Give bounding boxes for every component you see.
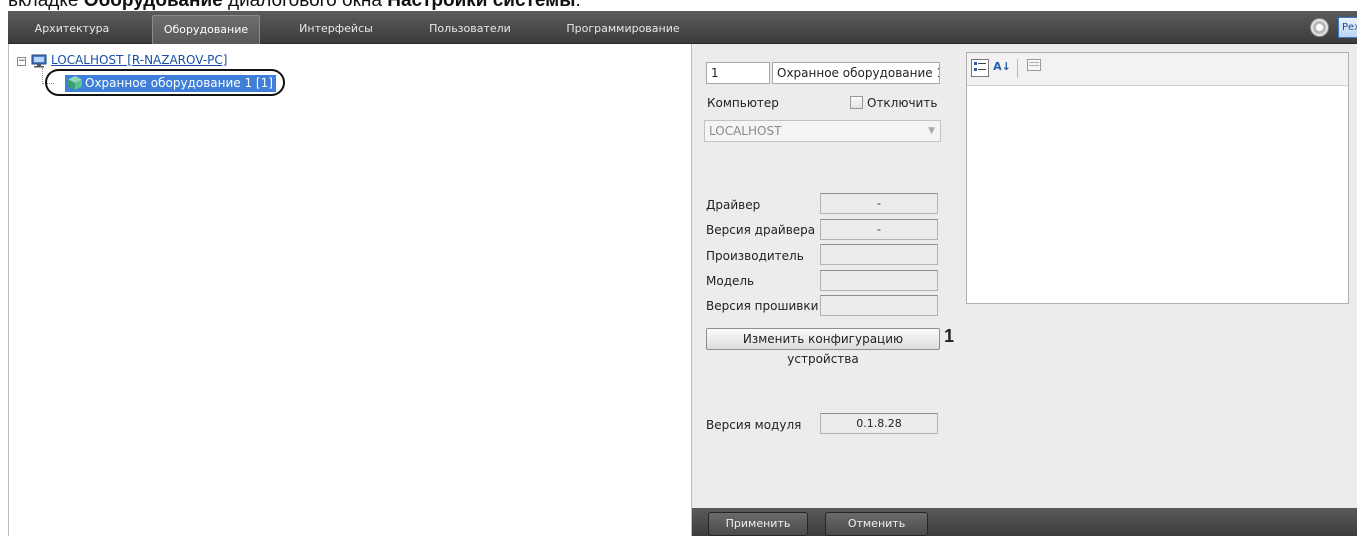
computer-icon bbox=[31, 54, 47, 68]
firmware-label: Версия прошивки bbox=[706, 299, 819, 313]
caption-suffix: . bbox=[575, 0, 581, 11]
gear-icon[interactable] bbox=[1310, 18, 1329, 37]
object-tree-panel: − LOCALHOST [R-NAZAROV-PC] Охранное обор… bbox=[8, 44, 692, 536]
main-tab-bar: Архитектура Оборудование Интерфейсы Поль… bbox=[8, 11, 1357, 44]
module-version-value: 0.1.8.28 bbox=[820, 413, 938, 434]
tab-equipment[interactable]: Оборудование bbox=[152, 15, 260, 44]
disable-label: Отключить bbox=[867, 96, 938, 110]
driver-label: Драйвер bbox=[706, 198, 761, 212]
tab-interfaces[interactable]: Интерфейсы bbox=[286, 15, 386, 44]
device-name-field[interactable]: Охранное оборудование 1 bbox=[772, 62, 940, 84]
chevron-down-icon: ▼ bbox=[928, 126, 935, 136]
model-value bbox=[820, 270, 938, 291]
caption-bold-tab: Оборудование bbox=[83, 0, 223, 11]
apply-button[interactable]: Применить bbox=[708, 512, 808, 536]
tree-root-localhost[interactable]: LOCALHOST [R-NAZAROV-PC] bbox=[51, 53, 227, 67]
property-grid: A↓ bbox=[966, 52, 1349, 304]
tab-programming[interactable]: Программирование bbox=[548, 15, 698, 44]
computer-select[interactable]: LOCALHOST ▼ bbox=[704, 120, 941, 142]
toolbar-separator bbox=[1017, 59, 1018, 78]
tab-users[interactable]: Пользователи bbox=[416, 15, 524, 44]
model-label: Модель bbox=[706, 274, 755, 288]
module-version-label: Версия модуля bbox=[706, 418, 802, 432]
driver-version-label: Версия драйвера bbox=[706, 223, 816, 237]
caption-text-middle: диалогового окна bbox=[222, 0, 388, 11]
highlight-oval bbox=[45, 69, 285, 96]
tab-architecture[interactable]: Архитектура bbox=[20, 15, 124, 44]
property-pages-icon[interactable] bbox=[1025, 59, 1043, 77]
cancel-button[interactable]: Отменить bbox=[825, 512, 928, 536]
disable-checkbox[interactable] bbox=[850, 96, 863, 109]
manufacturer-label: Производитель bbox=[706, 249, 804, 263]
tree-connector bbox=[42, 68, 43, 84]
computer-select-value: LOCALHOST bbox=[709, 124, 782, 138]
change-device-config-button[interactable]: Изменить конфигурацию устройства bbox=[706, 328, 940, 366]
driver-version-value: - bbox=[820, 219, 938, 240]
caption-bold-dialog: Настройки системы bbox=[387, 0, 576, 11]
callout-number: 1 bbox=[944, 326, 955, 346]
property-grid-toolbar: A↓ bbox=[967, 53, 1348, 86]
manufacturer-value bbox=[820, 244, 938, 265]
collapse-icon[interactable]: − bbox=[17, 57, 26, 66]
categorized-icon[interactable] bbox=[971, 59, 989, 77]
device-id-field[interactable]: 1 bbox=[706, 62, 770, 84]
computer-label: Компьютер bbox=[707, 96, 779, 110]
footer-bar: Применить Отменить bbox=[692, 508, 1357, 536]
driver-value: - bbox=[820, 193, 938, 214]
sort-az-icon[interactable]: A↓ bbox=[993, 59, 1011, 77]
caption-text: вкладке bbox=[8, 0, 84, 11]
mode-button[interactable]: Реж bbox=[1338, 17, 1357, 38]
page-caption: вкладке Оборудование диалогового окна На… bbox=[0, 0, 1357, 11]
firmware-value bbox=[820, 295, 938, 316]
